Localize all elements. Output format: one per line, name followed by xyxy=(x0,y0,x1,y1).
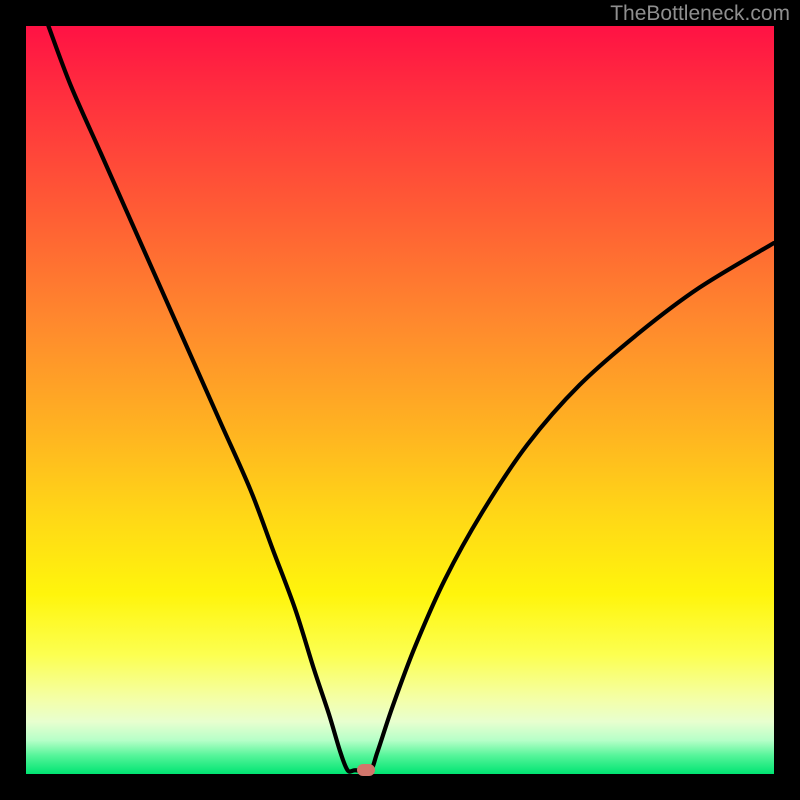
chart-frame: TheBottleneck.com xyxy=(0,0,800,800)
bottleneck-curve xyxy=(26,26,774,774)
plot-area xyxy=(26,26,774,774)
watermark-text: TheBottleneck.com xyxy=(610,2,790,26)
optimal-point-marker xyxy=(357,764,375,776)
